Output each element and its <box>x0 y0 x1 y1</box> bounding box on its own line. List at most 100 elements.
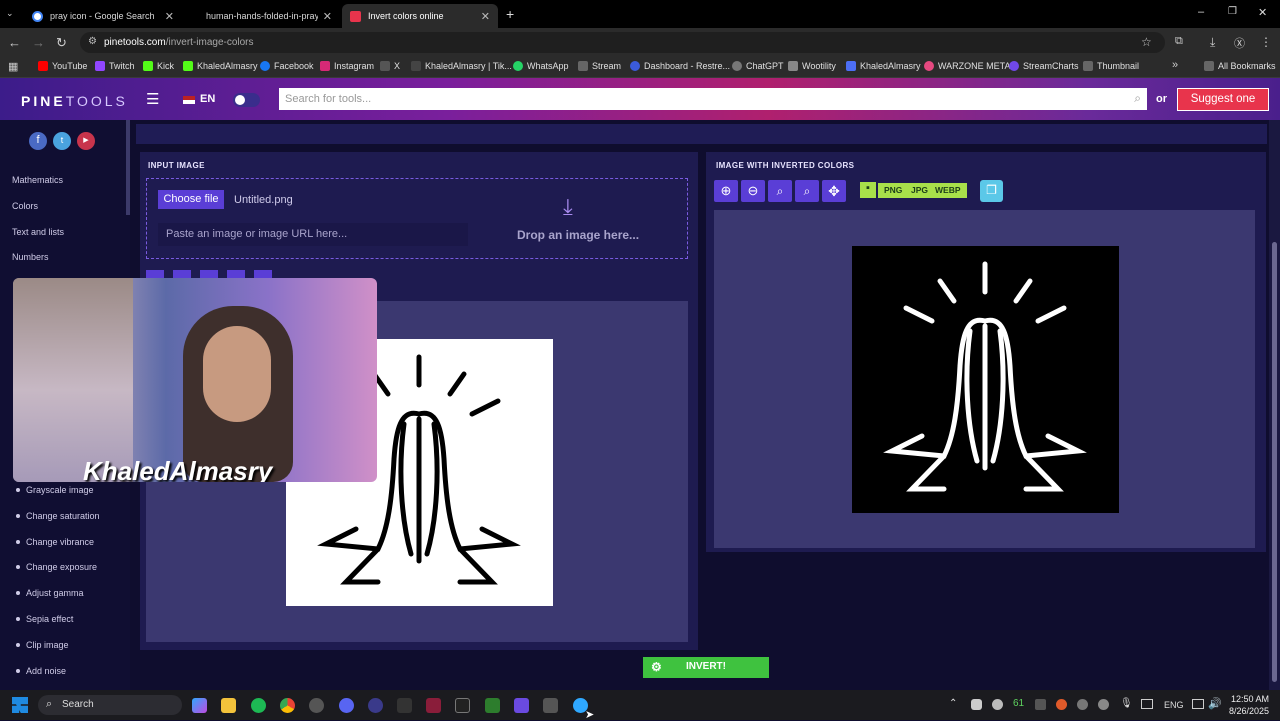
bookmark-instagram[interactable]: Instagram <box>320 61 374 71</box>
sidebar-item-saturation[interactable]: Change saturation <box>16 511 100 521</box>
apps-icon[interactable]: ▦ <box>8 60 18 73</box>
zoom-in-button[interactable]: ⊕ <box>714 180 738 202</box>
bookmark-streamcharts[interactable]: StreamCharts <box>1009 61 1079 71</box>
bookmark-stream[interactable]: Stream <box>578 61 621 71</box>
bookmark-chatgpt[interactable]: ChatGPT <box>732 61 784 71</box>
twitter-icon[interactable]: t <box>53 132 71 150</box>
minimize-icon[interactable]: – <box>1198 6 1204 18</box>
game-controller-icon[interactable] <box>514 698 529 713</box>
bookmark-star-icon[interactable]: ☆ <box>1141 35 1152 49</box>
spotify-icon[interactable] <box>251 698 266 713</box>
tray-app-icon[interactable] <box>1077 699 1088 710</box>
download-png-button[interactable]: PNG <box>878 183 909 198</box>
tray-app-icon[interactable] <box>1056 699 1067 710</box>
sidebar-scrollbar[interactable] <box>126 120 130 215</box>
bookmark-x[interactable]: X <box>380 61 400 71</box>
sidebar-item-numbers[interactable]: Numbers <box>12 252 49 262</box>
download-icon[interactable]: ⤓ <box>1210 35 1215 50</box>
invert-button[interactable]: ⚙ INVERT! <box>643 657 769 678</box>
obs-icon[interactable] <box>309 698 324 713</box>
page-scrollbar[interactable] <box>1269 120 1280 690</box>
move-button[interactable]: ✥ <box>822 180 846 202</box>
bookmark-dashboard[interactable]: Dashboard - Restre... <box>630 61 730 71</box>
sidebar-item-grayscale[interactable]: Grayscale image <box>16 485 94 495</box>
facebook-icon[interactable]: f <box>29 132 47 150</box>
app-icon[interactable] <box>368 698 383 713</box>
menu-icon[interactable]: ⋮ <box>1260 35 1272 49</box>
bookmark-khaledalmasry[interactable]: KhaledAlmasry <box>183 61 258 71</box>
sidebar-item-gamma[interactable]: Adjust gamma <box>16 588 84 598</box>
chrome-icon[interactable] <box>280 698 295 713</box>
volume-icon[interactable]: 🔊 <box>1208 697 1222 710</box>
sidebar-item-sepia[interactable]: Sepia effect <box>15 614 73 624</box>
settings-app-icon[interactable] <box>543 698 558 713</box>
bookmark-kick[interactable]: Kick <box>143 61 174 71</box>
tool-search-input[interactable]: Search for tools... ⌕ <box>279 88 1147 110</box>
tab-invert-colors[interactable]: Invert colors online ✕ <box>342 4 498 28</box>
bookmark-tiktok[interactable]: KhaledAlmasry | Tik... <box>411 61 512 71</box>
tab-google-search[interactable]: pray icon - Google Search ✕ <box>24 4 182 28</box>
tray-chevron-icon[interactable]: ⌃ <box>949 698 957 709</box>
clock-time[interactable]: 12:50 AM <box>1231 694 1269 704</box>
discord-icon[interactable] <box>339 698 354 713</box>
tab-hands-folded[interactable]: human-hands-folded-in-prayer ✕ <box>186 4 340 28</box>
language-selector[interactable]: EN <box>200 93 215 105</box>
vegas-icon[interactable] <box>426 698 441 713</box>
taskbar-search[interactable]: ⌕ Search <box>38 695 182 715</box>
extensions-icon[interactable]: ⧉ <box>1175 35 1183 48</box>
language-indicator[interactable]: ENG <box>1164 700 1184 710</box>
more-bookmarks-icon[interactable]: » <box>1172 59 1178 71</box>
tray-app-icon[interactable] <box>1035 699 1046 710</box>
paste-url-input[interactable]: Paste an image or image URL here... <box>158 223 468 246</box>
close-tab-icon[interactable]: ✕ <box>481 10 490 23</box>
back-icon[interactable]: ← <box>8 35 21 50</box>
microphone-icon[interactable]: 🎙 <box>1120 698 1133 709</box>
reload-icon[interactable]: ↻ <box>56 35 67 51</box>
all-bookmarks[interactable]: All Bookmarks <box>1204 61 1276 71</box>
sidebar-item-clip[interactable]: Clip image <box>16 640 69 650</box>
suggest-tool-button[interactable]: Suggest one <box>1177 88 1269 111</box>
file-explorer-icon[interactable] <box>221 698 236 713</box>
scrollbar-thumb[interactable] <box>1272 242 1277 682</box>
sidebar-item-text-lists[interactable]: Text and lists <box>12 227 64 237</box>
hamburger-menu-icon[interactable]: ☰ <box>146 90 159 108</box>
clock-date[interactable]: 8/26/2025 <box>1229 706 1269 716</box>
zoom-out-button[interactable]: ⊖ <box>741 180 765 202</box>
network-icon[interactable] <box>1192 699 1204 709</box>
streamdeck-icon[interactable] <box>455 698 470 713</box>
bookmark-twitch[interactable]: Twitch <box>95 61 135 71</box>
xbox-icon[interactable] <box>485 698 500 713</box>
close-window-icon[interactable]: ✕ <box>1258 6 1267 19</box>
bookmark-warzone[interactable]: WARZONE META <box>924 61 1011 71</box>
bookmark-whatsapp[interactable]: WhatsApp <box>513 61 569 71</box>
sidebar-item-noise[interactable]: Add noise <box>15 666 66 676</box>
tab-list-chevron-icon[interactable]: ⌄ <box>6 8 14 19</box>
tray-app-icon[interactable] <box>1098 699 1109 710</box>
copilot-icon[interactable] <box>192 698 207 713</box>
dark-mode-toggle[interactable] <box>233 93 260 107</box>
site-info-icon[interactable]: ⚙ <box>88 36 97 47</box>
sidebar-item-mathematics[interactable]: Mathematics <box>12 175 63 185</box>
youtube-icon[interactable]: ▶ <box>77 132 95 150</box>
zoom-fit-button[interactable]: ⌕ <box>768 180 792 202</box>
drop-zone[interactable] <box>146 178 688 259</box>
search-icon[interactable]: ⌕ <box>1134 91 1141 106</box>
close-tab-icon[interactable]: ✕ <box>165 10 174 23</box>
copy-clipboard-button[interactable]: ❐ <box>980 180 1003 202</box>
bookmark-facebook[interactable]: Facebook <box>260 61 314 71</box>
choose-file-button[interactable]: Choose file <box>158 190 224 209</box>
bookmark-thumbnail[interactable]: Thumbnail <box>1083 61 1139 71</box>
windows-start-icon[interactable] <box>12 697 28 713</box>
bookmark-wootility[interactable]: Wootility <box>788 61 836 71</box>
keyboard-icon[interactable] <box>1141 699 1153 709</box>
sidebar-item-exposure[interactable]: Change exposure <box>15 562 97 572</box>
restore-icon[interactable]: ❐ <box>1228 6 1237 17</box>
sidebar-item-vibrance[interactable]: Change vibrance <box>15 537 94 547</box>
sidebar-item-colors[interactable]: Colors <box>12 201 38 211</box>
bookmark-youtube[interactable]: YouTube <box>38 61 87 71</box>
url-field[interactable]: ⚙ pinetools.com/invert-image-colors <box>80 32 1165 53</box>
tray-steam-icon[interactable] <box>992 699 1003 710</box>
profile-icon[interactable]: Ⓧ <box>1234 35 1245 51</box>
new-tab-icon[interactable]: + <box>506 6 514 22</box>
tray-discord-icon[interactable] <box>971 699 982 710</box>
